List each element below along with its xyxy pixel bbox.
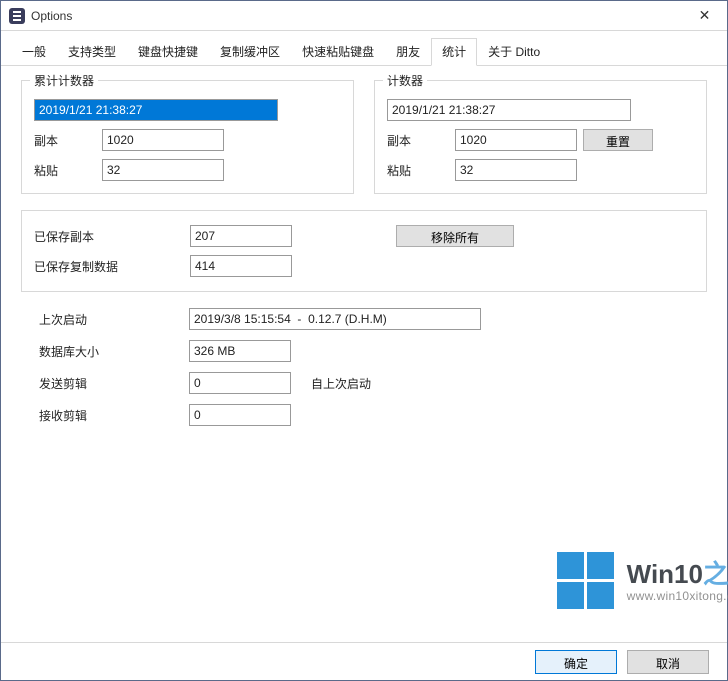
clips-received-label: 接收剪辑 [39, 407, 189, 424]
tab-supported-types[interactable]: 支持类型 [57, 38, 127, 66]
counter-pastes-label: 粘贴 [387, 162, 449, 179]
tab-general[interactable]: 一般 [11, 38, 57, 66]
watermark-url: www.win10xitong.com [627, 589, 728, 603]
group-counter: 计数器 副本 重置 粘贴 [374, 80, 707, 194]
dialog-button-bar: 确定 取消 [1, 642, 727, 680]
windows-logo-icon [557, 552, 617, 612]
clips-sent-field[interactable] [189, 372, 291, 394]
tab-content: 累计计数器 副本 粘贴 计数器 [1, 66, 727, 642]
total-date-field[interactable] [34, 99, 278, 121]
counter-pastes-field[interactable] [455, 159, 577, 181]
saved-copies-label: 已保存副本 [34, 228, 184, 245]
close-button[interactable]: ✕ [682, 1, 727, 30]
tab-copy-buffer[interactable]: 复制缓冲区 [209, 38, 291, 66]
tab-keyboard-shortcuts[interactable]: 键盘快捷键 [127, 38, 209, 66]
saved-copy-data-field[interactable] [190, 255, 292, 277]
group-saved: 已保存副本 移除所有 已保存复制数据 [21, 210, 707, 292]
ok-button[interactable]: 确定 [535, 650, 617, 674]
cancel-button[interactable]: 取消 [627, 650, 709, 674]
tab-about[interactable]: 关于 Ditto [477, 38, 551, 66]
watermark: Win10之家 www.win10xitong.com [557, 552, 728, 612]
window-title: Options [31, 9, 72, 23]
app-icon [9, 8, 25, 24]
titlebar: Options ✕ [1, 1, 727, 31]
last-start-label: 上次启动 [39, 311, 189, 328]
counter-copies-field[interactable] [455, 129, 577, 151]
group-total-counter: 累计计数器 副本 粘贴 [21, 80, 354, 194]
tab-quick-paste[interactable]: 快速粘贴键盘 [291, 38, 385, 66]
total-pastes-label: 粘贴 [34, 162, 96, 179]
group-total-title: 累计计数器 [30, 72, 98, 89]
db-size-field[interactable] [189, 340, 291, 362]
total-copies-label: 副本 [34, 132, 96, 149]
group-counter-title: 计数器 [383, 72, 427, 89]
saved-copies-field[interactable] [190, 225, 292, 247]
watermark-title: Win10之家 [627, 561, 728, 588]
total-copies-field[interactable] [102, 129, 224, 151]
remove-all-button[interactable]: 移除所有 [396, 225, 514, 247]
clips-received-field[interactable] [189, 404, 291, 426]
saved-copy-data-label: 已保存复制数据 [34, 258, 184, 275]
tab-strip: 一般 支持类型 键盘快捷键 复制缓冲区 快速粘贴键盘 朋友 统计 关于 Ditt… [1, 31, 727, 66]
counter-date-field[interactable] [387, 99, 631, 121]
counter-copies-label: 副本 [387, 132, 449, 149]
total-pastes-field[interactable] [102, 159, 224, 181]
reset-button[interactable]: 重置 [583, 129, 653, 151]
options-window: Options ✕ 一般 支持类型 键盘快捷键 复制缓冲区 快速粘贴键盘 朋友 … [0, 0, 728, 681]
tab-stats[interactable]: 统计 [431, 38, 477, 66]
tab-friends[interactable]: 朋友 [385, 38, 431, 66]
clips-sent-label: 发送剪辑 [39, 375, 189, 392]
last-start-field[interactable] [189, 308, 481, 330]
since-last-label: 自上次启动 [311, 375, 371, 392]
db-size-label: 数据库大小 [39, 343, 189, 360]
